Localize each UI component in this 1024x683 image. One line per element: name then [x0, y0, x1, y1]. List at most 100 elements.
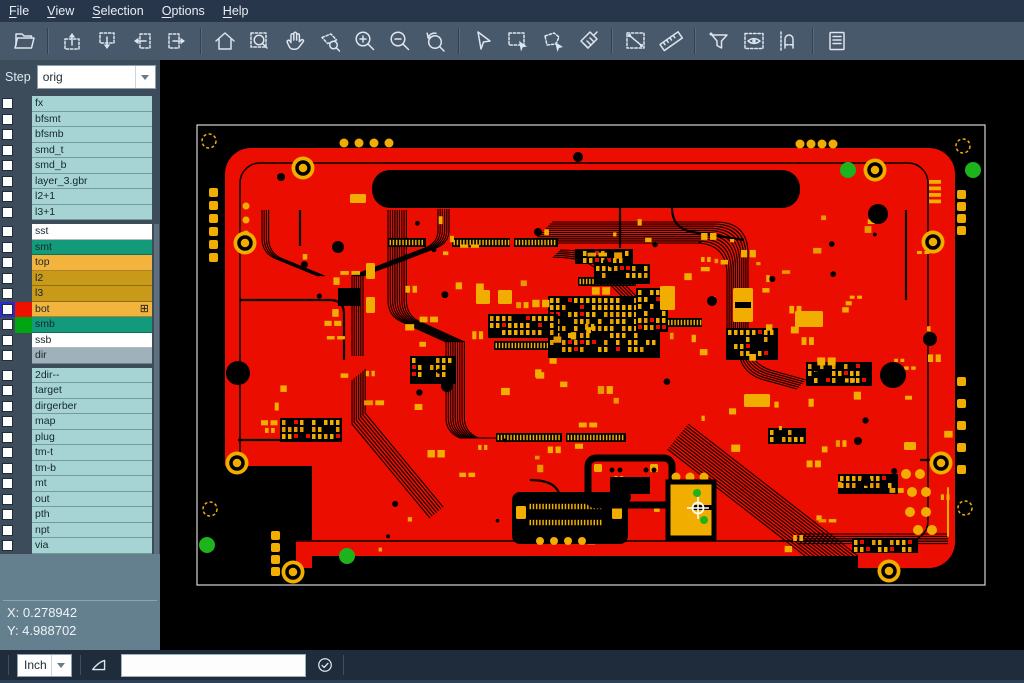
layer-label[interactable]: l2+1 — [32, 189, 152, 205]
zoom-drag-button[interactable] — [312, 26, 347, 56]
layer-row-map[interactable]: map — [0, 414, 160, 430]
menu-item-file[interactable]: File — [0, 0, 38, 22]
pan-hand-button[interactable] — [277, 26, 312, 56]
layer-color-swatch[interactable] — [15, 302, 32, 318]
layer-row-npt[interactable]: npt — [0, 523, 160, 539]
pan-up-button[interactable] — [54, 26, 89, 56]
angle-measure-icon[interactable] — [89, 654, 111, 676]
layer-checkbox[interactable] — [2, 191, 13, 202]
open-folder-button[interactable] — [6, 26, 41, 56]
layer-row-via[interactable]: via — [0, 538, 160, 554]
layer-checkbox[interactable] — [2, 416, 13, 427]
layer-checkbox[interactable] — [2, 401, 13, 412]
layer-row-top[interactable]: top — [0, 255, 160, 271]
pan-right-button[interactable] — [159, 26, 194, 56]
layer-checkbox[interactable] — [2, 114, 13, 125]
layer-label[interactable]: pth — [32, 507, 152, 523]
layer-checkbox[interactable] — [2, 242, 13, 253]
layer-label[interactable]: l3+1 — [32, 205, 152, 221]
layer-checkbox[interactable] — [2, 350, 13, 361]
layer-label[interactable]: layer_3.gbr — [32, 174, 152, 190]
zoom-area-button[interactable] — [242, 26, 277, 56]
ruler-button[interactable] — [653, 26, 688, 56]
measure-distance-button[interactable] — [618, 26, 653, 56]
layer-checkbox[interactable] — [2, 447, 13, 458]
menu-item-help[interactable]: Help — [214, 0, 258, 22]
layer-row-dir[interactable]: dir — [0, 348, 160, 364]
layer-label[interactable]: smd_t — [32, 143, 152, 159]
layer-checkbox[interactable] — [2, 385, 13, 396]
layer-checkbox[interactable] — [2, 525, 13, 536]
layer-checkbox[interactable] — [2, 207, 13, 218]
layer-checkbox[interactable] — [2, 98, 13, 109]
layer-label[interactable]: npt — [32, 523, 152, 539]
unit-select[interactable]: Inch — [17, 654, 72, 677]
pcb-canvas[interactable] — [160, 60, 1024, 650]
pan-left-button[interactable] — [124, 26, 159, 56]
layer-label[interactable]: sst — [32, 224, 152, 240]
pcb-board-view[interactable] — [160, 60, 1024, 650]
layer-label[interactable]: dirgerber — [32, 399, 152, 415]
layer-row-bfsmt[interactable]: bfsmt — [0, 112, 160, 128]
view-options-button[interactable] — [736, 26, 771, 56]
menu-item-options[interactable]: Options — [153, 0, 214, 22]
layer-label[interactable]: via — [32, 538, 152, 554]
layer-label[interactable]: 2dir-- — [32, 368, 152, 384]
layer-checkbox[interactable] — [2, 226, 13, 237]
layer-row-target[interactable]: target — [0, 383, 160, 399]
layer-row-l3-1[interactable]: l3+1 — [0, 205, 160, 221]
layer-color-swatch[interactable] — [15, 317, 32, 333]
layer-checkbox[interactable] — [2, 288, 13, 299]
layer-checkbox[interactable] — [2, 478, 13, 489]
menu-item-view[interactable]: View — [38, 0, 83, 22]
layer-row-l2-1[interactable]: l2+1 — [0, 189, 160, 205]
layer-label[interactable]: plug — [32, 430, 152, 446]
layer-checkbox[interactable] — [2, 257, 13, 268]
select-polygon-button[interactable] — [535, 26, 570, 56]
layer-label[interactable]: bot⊞ — [32, 302, 152, 318]
layer-row-tm-t[interactable]: tm-t — [0, 445, 160, 461]
menu-item-selection[interactable]: Selection — [83, 0, 152, 22]
step-select[interactable]: orig — [37, 65, 156, 89]
layer-row-l2[interactable]: l2 — [0, 271, 160, 287]
layer-checkbox[interactable] — [2, 370, 13, 381]
layer-checkbox[interactable] — [2, 129, 13, 140]
home-view-button[interactable] — [207, 26, 242, 56]
zoom-in-button[interactable] — [347, 26, 382, 56]
layer-checkbox[interactable] — [2, 432, 13, 443]
layer-label[interactable]: out — [32, 492, 152, 508]
layer-row-dirgerber[interactable]: dirgerber — [0, 399, 160, 415]
select-cursor-button[interactable] — [465, 26, 500, 56]
pan-down-button[interactable] — [89, 26, 124, 56]
command-input[interactable] — [121, 654, 306, 677]
layer-label[interactable]: bfsmb — [32, 127, 152, 143]
layer-row-tm-b[interactable]: tm-b — [0, 461, 160, 477]
layer-label[interactable]: ssb — [32, 333, 152, 349]
layer-label[interactable]: target — [32, 383, 152, 399]
layer-row-bot[interactable]: bot⊞ — [0, 302, 160, 318]
clean-brush-button[interactable] — [570, 26, 605, 56]
layer-label[interactable]: l2 — [32, 271, 152, 287]
layer-checkbox[interactable] — [2, 304, 13, 315]
layer-checkbox[interactable] — [2, 273, 13, 284]
layer-label[interactable]: map — [32, 414, 152, 430]
layer-row-2dir-[interactable]: 2dir-- — [0, 368, 160, 384]
layer-checkbox[interactable] — [2, 494, 13, 505]
layer-checkbox[interactable] — [2, 335, 13, 346]
layer-checkbox[interactable] — [2, 319, 13, 330]
layer-label[interactable]: mt — [32, 476, 152, 492]
layer-checkbox[interactable] — [2, 540, 13, 551]
chevron-down-icon[interactable] — [51, 655, 71, 676]
layer-row-sst[interactable]: sst — [0, 224, 160, 240]
layer-row-out[interactable]: out — [0, 492, 160, 508]
layer-label[interactable]: tm-t — [32, 445, 152, 461]
layer-checkbox[interactable] — [2, 463, 13, 474]
layer-row-smd-t[interactable]: smd_t — [0, 143, 160, 159]
filter-button[interactable] — [701, 26, 736, 56]
refresh-icon[interactable] — [315, 655, 335, 675]
layer-label[interactable]: smt — [32, 240, 152, 256]
select-rect-button[interactable] — [500, 26, 535, 56]
layer-checkbox[interactable] — [2, 145, 13, 156]
layer-label[interactable]: smb — [32, 317, 152, 333]
zoom-previous-button[interactable] — [417, 26, 452, 56]
